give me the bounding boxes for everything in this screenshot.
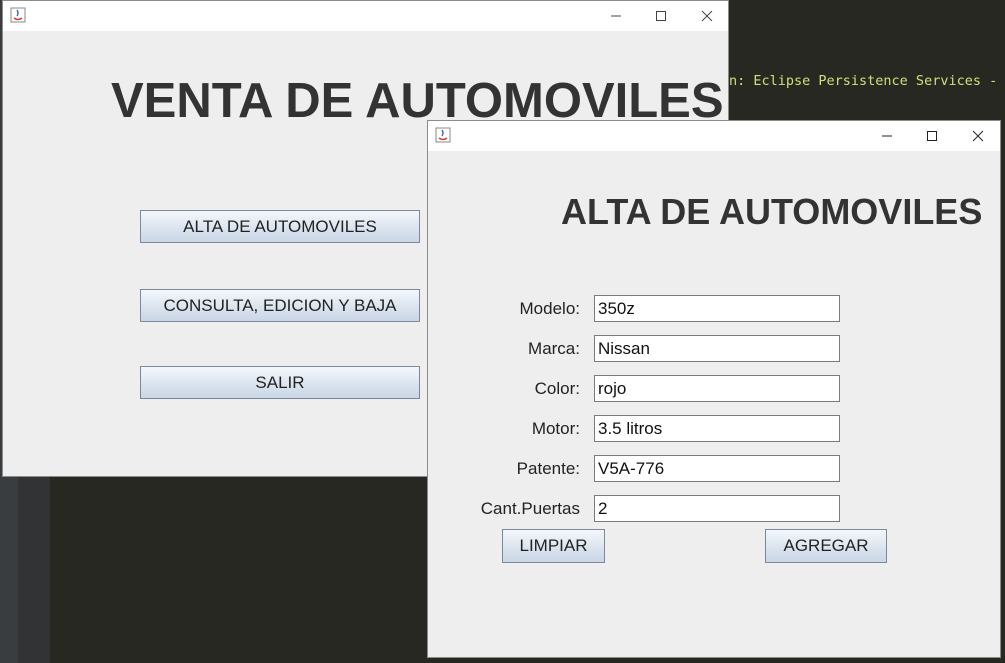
main-window-titlebar [3,1,728,31]
patente-label: Patente: [516,459,580,478]
salir-button[interactable]: SALIR [140,366,420,399]
color-label: Color: [534,379,580,398]
alta-automoviles-button[interactable]: ALTA DE AUTOMOVILES [140,210,420,243]
consulta-edicion-baja-button[interactable]: CONSULTA, EDICION Y BAJA [140,289,420,322]
agregar-button[interactable]: AGREGAR [765,529,887,563]
java-icon [10,7,26,23]
motor-label: Motor: [531,419,580,438]
marca-label: Marca: [528,339,580,358]
marca-field[interactable] [594,335,840,362]
maximize-button[interactable] [909,121,955,151]
patente-field[interactable] [594,455,840,482]
form-title: ALTA DE AUTOMOVILES [561,191,983,232]
motor-field[interactable] [594,415,840,442]
alta-window-titlebar [428,121,1000,151]
limpiar-button[interactable]: LIMPIAR [502,529,605,563]
puertas-label: Cant.Puertas [480,499,580,518]
puertas-field[interactable] [594,495,840,522]
minimize-button[interactable] [593,1,639,31]
close-button[interactable] [684,1,730,31]
alta-window-content: ALTA DE AUTOMOVILES Modelo: Marca: Color… [428,151,1000,657]
maximize-button[interactable] [638,1,684,31]
modelo-label: Modelo: [519,299,580,318]
close-button[interactable] [955,121,1001,151]
minimize-button[interactable] [864,121,910,151]
alta-window: ALTA DE AUTOMOVILES Modelo: Marca: Color… [427,120,1001,658]
java-icon [435,127,451,143]
modelo-field[interactable] [594,295,840,322]
color-field[interactable] [594,375,840,402]
console-output: n: Eclipse Persistence Services - 2 [729,73,1005,89]
